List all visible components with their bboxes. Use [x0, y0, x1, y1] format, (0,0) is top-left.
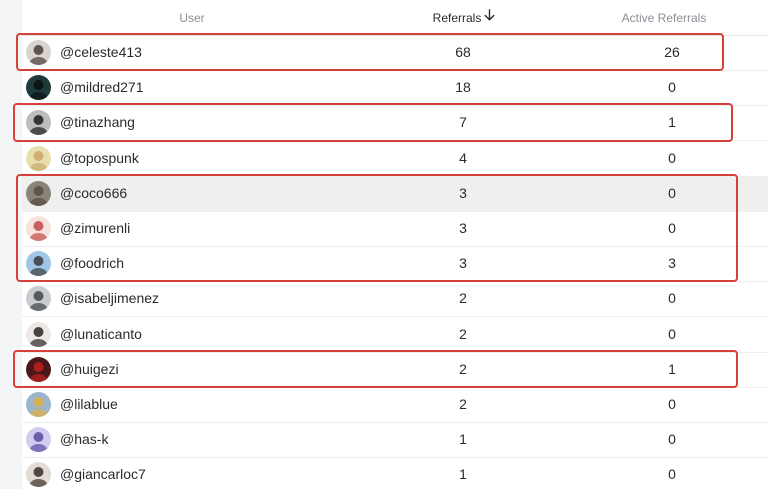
table-row[interactable]: @isabeljimenez 2 0 [22, 281, 768, 318]
user-avatar[interactable] [26, 110, 51, 136]
active-referrals-count: 26 [664, 44, 680, 60]
active-referrals-count: 0 [668, 466, 676, 483]
table-row[interactable]: @lilablue 2 0 [22, 387, 768, 423]
column-header-active-referrals[interactable]: Active Referrals [582, 0, 746, 35]
active-referrals-count: 1 [668, 114, 676, 131]
user-avatar[interactable] [26, 251, 51, 277]
referrals-count: 1 [459, 431, 467, 448]
username-link[interactable]: @huigezi [60, 352, 119, 387]
user-avatar[interactable] [26, 40, 51, 65]
user-avatar[interactable] [26, 180, 51, 206]
user-avatar[interactable] [26, 392, 51, 417]
referrals-count: 2 [459, 396, 467, 412]
user-avatar[interactable] [26, 356, 51, 382]
column-header-referrals-label: Referrals [432, 11, 482, 25]
username-link[interactable]: @lunaticanto [60, 317, 142, 352]
username-link[interactable]: @giancarloc7 [60, 457, 146, 489]
active-referrals-count: 0 [668, 184, 676, 201]
table-row[interactable]: @topospunk 4 0 [22, 141, 768, 177]
active-referrals-count: 0 [668, 325, 676, 342]
table-row[interactable]: @has-k 1 0 [22, 422, 768, 459]
user-avatar[interactable] [26, 286, 51, 312]
table-row[interactable]: @celeste413 68 26 [22, 35, 768, 71]
active-referrals-count: 0 [668, 396, 676, 412]
user-avatar[interactable] [26, 427, 51, 453]
column-header-user[interactable]: User [22, 0, 362, 35]
referrals-count: 2 [459, 290, 467, 307]
referrals-count: 3 [459, 255, 467, 272]
active-referrals-count: 1 [668, 360, 676, 377]
table-row[interactable]: @coco666 3 0 [22, 175, 768, 212]
referrals-count: 2 [459, 360, 467, 377]
user-avatar[interactable] [26, 145, 51, 171]
referrals-count: 1 [459, 466, 467, 483]
username-link[interactable]: @coco666 [60, 176, 127, 211]
active-referrals-count: 0 [668, 220, 676, 236]
user-avatar[interactable] [26, 216, 51, 241]
username-link[interactable]: @foodrich [60, 246, 124, 281]
username-link[interactable]: @tinazhang [60, 105, 135, 140]
referrals-count: 3 [459, 220, 467, 236]
referrals-count: 7 [459, 114, 467, 131]
referrals-count: 68 [455, 44, 471, 60]
username-link[interactable]: @has-k [60, 422, 108, 457]
table-row[interactable]: @huigezi 2 1 [22, 352, 768, 388]
user-avatar[interactable] [26, 75, 51, 101]
arrow-down-icon[interactable] [484, 0, 495, 35]
username-link[interactable]: @isabeljimenez [60, 281, 159, 316]
username-link[interactable]: @mildred271 [60, 70, 143, 105]
table-row[interactable]: @mildred271 18 0 [22, 70, 768, 107]
column-header-referrals[interactable]: Referrals [404, 0, 524, 35]
username-link[interactable]: @celeste413 [60, 35, 142, 70]
user-avatar[interactable] [26, 462, 51, 488]
table-row[interactable]: @foodrich 3 3 [22, 246, 768, 283]
active-referrals-count: 3 [668, 255, 676, 272]
username-link[interactable]: @topospunk [60, 141, 139, 176]
table-row[interactable]: @zimurenli 3 0 [22, 211, 768, 247]
user-avatar[interactable] [26, 321, 51, 347]
username-link[interactable]: @lilablue [60, 387, 118, 422]
referrals-count: 2 [459, 325, 467, 342]
table-row[interactable]: @tinazhang 7 1 [22, 105, 768, 142]
table-header: User Referrals Active Referrals [22, 0, 768, 36]
referrals-count: 18 [455, 79, 471, 96]
active-referrals-count: 0 [668, 290, 676, 307]
table-row[interactable]: @giancarloc7 1 0 [22, 457, 768, 489]
screenshot: User Referrals Active Referrals @celeste… [0, 0, 768, 489]
active-referrals-count: 0 [668, 79, 676, 96]
referrals-count: 3 [459, 184, 467, 201]
active-referrals-count: 0 [668, 149, 676, 166]
username-link[interactable]: @zimurenli [60, 211, 130, 246]
referrals-table: User Referrals Active Referrals @celeste… [22, 0, 768, 489]
table-row[interactable]: @lunaticanto 2 0 [22, 317, 768, 353]
referrals-count: 4 [459, 149, 467, 166]
active-referrals-count: 0 [668, 431, 676, 448]
